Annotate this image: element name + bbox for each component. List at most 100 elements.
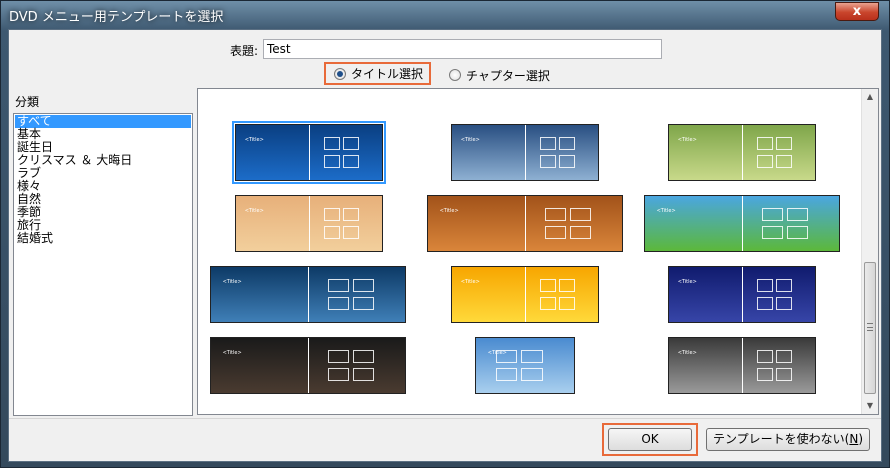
radio-title-select[interactable]: タイトル選択: [324, 62, 431, 85]
category-item-nature[interactable]: 自然: [15, 193, 191, 206]
chapter-box: [540, 279, 556, 293]
subject-input[interactable]: Test: [263, 39, 662, 59]
chapter-box: [544, 208, 567, 222]
template-thumbnail-spring-park[interactable]: <Title>: [668, 124, 816, 181]
grip-icon: [867, 323, 873, 331]
chapter-box: [544, 226, 567, 240]
radio-chapter-select-label: チャプター選択: [466, 68, 550, 83]
template-title-text: <Title>: [677, 279, 697, 286]
template-thumbnail-snowy-trees[interactable]: <Title>: [451, 124, 599, 181]
chapter-box: [342, 208, 359, 222]
template-thumbnail-autumn-leaves-pale[interactable]: <Title>: [235, 195, 383, 252]
template-thumbnail-wedding-bw[interactable]: <Title>: [668, 337, 816, 394]
radio-checked-icon[interactable]: [334, 67, 346, 80]
chapter-box: [757, 155, 773, 169]
template-title-text: <Title>: [460, 137, 480, 144]
chapter-box: [327, 368, 350, 382]
category-item-wedding[interactable]: 結婚式: [15, 232, 191, 245]
chapter-box: [352, 350, 375, 364]
template-thumbnail-sunburst-yellow[interactable]: <Title>: [451, 266, 599, 323]
chapter-box: [775, 368, 792, 382]
chapter-box: [342, 155, 359, 169]
chapter-box: [757, 368, 773, 382]
template-title-text: <Title>: [244, 208, 264, 215]
chapter-box: [775, 137, 792, 151]
template-title-text: <Title>: [244, 137, 264, 144]
radio-title-select-label: タイトル選択: [351, 67, 424, 81]
chapter-box: [558, 279, 575, 293]
chapter-box: [775, 297, 792, 311]
chapter-box: [540, 155, 556, 169]
category-item-all[interactable]: すべて: [15, 115, 191, 128]
chapter-box: [761, 226, 784, 240]
template-preview-pane: <Title>: [452, 267, 525, 322]
no-template-button[interactable]: テンプレートを使わない(N): [706, 428, 870, 451]
dialog-client: 表題: Test タイトル選択 チャプター選択 分類 すべて 基本 誕生日 クリ…: [8, 29, 882, 462]
template-thumbnail-night-snow[interactable]: <Title>: [668, 266, 816, 323]
template-preview-pane: <Title>: [476, 338, 574, 393]
chapter-box: [327, 279, 350, 293]
scroll-up-icon[interactable]: ▲: [862, 89, 878, 105]
chapter-box: [786, 226, 809, 240]
template-preview-pane: [524, 196, 622, 251]
template-thumbnail-cartoon-meadow[interactable]: <Title>: [644, 195, 840, 252]
template-preview-pane: [741, 125, 815, 180]
chapter-box: [324, 226, 340, 240]
template-thumbnail-autumn-pumpkin[interactable]: <Title>: [427, 195, 623, 252]
chapter-box: [761, 208, 784, 222]
category-item-christmas[interactable]: クリスマス ＆ 大晦日: [15, 154, 191, 167]
template-title-text: <Title>: [460, 279, 480, 286]
template-preview-pane: [308, 125, 382, 180]
category-list[interactable]: すべて 基本 誕生日 クリスマス ＆ 大晦日 ラブ 様々 自然 季節 旅行 結婚…: [13, 113, 193, 416]
scroll-down-icon[interactable]: ▼: [862, 398, 878, 414]
template-title-text: <Title>: [656, 208, 676, 215]
category-item-love[interactable]: ラブ: [15, 167, 191, 180]
close-icon[interactable]: x: [835, 2, 879, 21]
chapter-box: [540, 137, 556, 151]
template-title-text: <Title>: [677, 350, 697, 357]
chapter-box: [495, 350, 518, 364]
gallery-scrollbar[interactable]: ▲ ▼: [861, 89, 878, 414]
template-thumbnail-dark-typewriter[interactable]: <Title>: [210, 337, 406, 394]
chapter-box: [757, 279, 773, 293]
scroll-thumb[interactable]: [864, 262, 876, 394]
template-preview-pane: [524, 125, 598, 180]
chapter-box: [327, 350, 350, 364]
template-preview-pane: [741, 338, 815, 393]
template-preview-pane: <Title>: [236, 125, 309, 180]
chapter-box: [352, 297, 375, 311]
chapter-box: [324, 137, 340, 151]
chapter-box: [342, 226, 359, 240]
chapter-box: [521, 368, 543, 382]
window-title: DVD メニュー用テンプレートを選択: [9, 10, 224, 25]
template-title-text: <Title>: [439, 208, 459, 215]
template-preview-pane: <Title>: [669, 267, 742, 322]
template-preview-pane: [741, 267, 815, 322]
chapter-box: [558, 297, 575, 311]
template-thumbnail-winter-forest-blue[interactable]: <Title>: [232, 121, 386, 184]
category-item-misc[interactable]: 様々: [15, 180, 191, 193]
template-preview-pane: [524, 267, 598, 322]
category-item-season[interactable]: 季節: [15, 206, 191, 219]
radio-chapter-select[interactable]: チャプター選択: [449, 65, 550, 85]
template-preview-pane: <Title>: [211, 267, 308, 322]
template-thumbnail-seaside-town[interactable]: <Title>: [475, 337, 575, 394]
template-gallery[interactable]: <Title> <Title> <Title> <Title> <Title> <Titl…: [197, 88, 879, 415]
template-preview-pane: [741, 196, 839, 251]
chapter-box: [757, 297, 773, 311]
chapter-box: [324, 155, 340, 169]
chapter-box: [775, 350, 792, 364]
template-thumbnail-blue-waves[interactable]: <Title>: [210, 266, 406, 323]
template-preview-pane: <Title>: [669, 125, 742, 180]
radio-unchecked-icon[interactable]: [449, 69, 461, 81]
title-bar[interactable]: DVD メニュー用テンプレートを選択 x: [1, 1, 889, 29]
template-preview-pane: <Title>: [452, 125, 525, 180]
template-preview-pane: [307, 338, 405, 393]
no-template-label-end: ): [858, 432, 863, 446]
chapter-box: [352, 279, 375, 293]
chapter-box: [324, 208, 340, 222]
template-title-text: <Title>: [222, 350, 242, 357]
ok-button[interactable]: OK: [608, 428, 692, 451]
template-title-text: <Title>: [677, 137, 697, 144]
template-preview-pane: [307, 267, 405, 322]
